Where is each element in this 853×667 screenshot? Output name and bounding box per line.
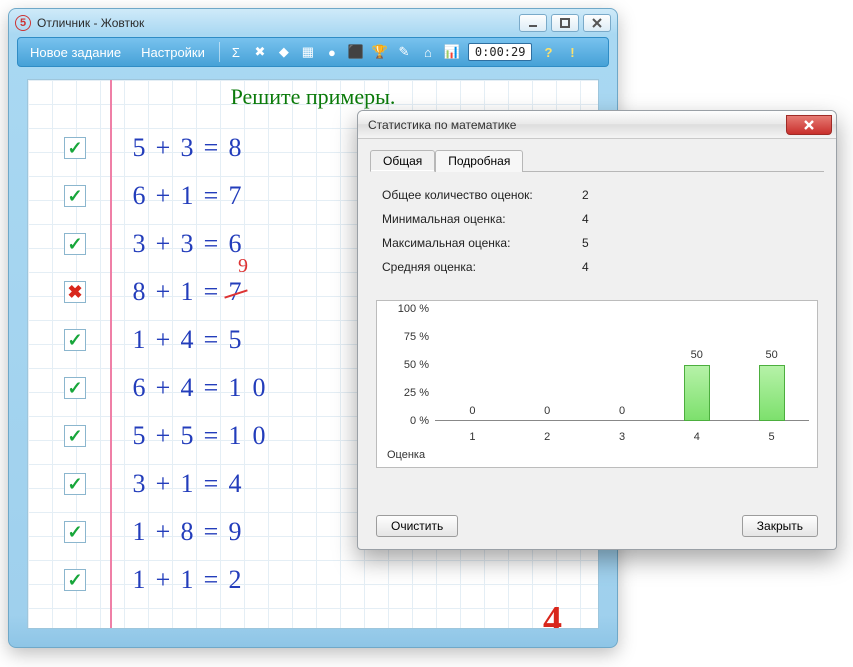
tab-general[interactable]: Общая xyxy=(370,150,435,172)
stat-avg-value: 4 xyxy=(582,260,589,274)
expression: 6+1=7 xyxy=(128,181,248,211)
chart-y-tick: 0 % xyxy=(385,415,429,427)
sigma-icon[interactable]: Σ xyxy=(228,44,244,60)
grade-distribution-chart: 0 0 0 50 50 Оценка 100 % 75 % 50 % 25 % 0 % 1 2 3 4 5 xyxy=(376,300,818,468)
expression: 5+5=10 xyxy=(128,421,272,451)
chart-x-category: 4 xyxy=(677,431,717,443)
clear-button[interactable]: Очистить xyxy=(376,515,458,537)
window-title: Отличник - Жовтюк xyxy=(37,16,144,30)
chart-bar-value: 50 xyxy=(752,349,792,361)
app-logo-icon: 5 xyxy=(15,15,31,31)
checkmark-icon: ✓ xyxy=(64,329,86,351)
maximize-button[interactable] xyxy=(551,14,579,32)
timer-display: 0:00:29 xyxy=(468,43,533,61)
chart-icon[interactable]: 📊 xyxy=(444,44,460,60)
cross-icon[interactable]: ✖ xyxy=(252,44,268,60)
chart-bar-value: 0 xyxy=(527,405,567,417)
checkmark-icon: ✓ xyxy=(64,473,86,495)
stats-dialog: Статистика по математике Общая Подробная… xyxy=(357,110,837,550)
titlebar: 5 Отличник - Жовтюк xyxy=(9,9,617,37)
expression: 6+4=10 xyxy=(128,373,272,403)
stat-min-label: Минимальная оценка: xyxy=(382,212,582,226)
stat-total-label: Общее количество оценок: xyxy=(382,188,582,202)
minimize-button[interactable] xyxy=(519,14,547,32)
help-icon[interactable]: ? xyxy=(540,44,556,60)
stat-row-min: Минимальная оценка:4 xyxy=(382,212,812,226)
calculator-icon[interactable]: ▦ xyxy=(300,44,316,60)
crossmark-icon: ✖ xyxy=(64,281,86,303)
stats-panel: Общее количество оценок:2 Минимальная оц… xyxy=(358,172,836,292)
checkmark-icon: ✓ xyxy=(64,185,86,207)
correction-value: 9 xyxy=(238,255,250,278)
chart-y-tick: 25 % xyxy=(385,387,429,399)
expression: 1+4=5 xyxy=(128,325,248,355)
menu-new-task[interactable]: Новое задание xyxy=(24,43,127,62)
stat-avg-label: Средняя оценка: xyxy=(382,260,582,274)
chart-y-tick: 100 % xyxy=(385,303,429,315)
expression: 1+8=9 xyxy=(128,517,248,547)
tab-strip: Общая Подробная xyxy=(358,139,836,171)
home-icon[interactable]: ⌂ xyxy=(420,44,436,60)
dialog-close-button[interactable] xyxy=(786,115,832,135)
checkmark-icon: ✓ xyxy=(64,377,86,399)
chart-x-category: 5 xyxy=(752,431,792,443)
dialog-title: Статистика по математике xyxy=(368,118,516,132)
expression: 5+3=8 xyxy=(128,133,248,163)
expression: 3+1=4 xyxy=(128,469,248,499)
checkmark-icon: ✓ xyxy=(64,569,86,591)
info-icon[interactable]: ! xyxy=(564,44,580,60)
trophy-icon[interactable]: 🏆 xyxy=(372,44,388,60)
dialog-titlebar: Статистика по математике xyxy=(358,111,836,139)
chart-x-category: 1 xyxy=(452,431,492,443)
expression: 8+1=79 xyxy=(128,277,248,307)
chart-x-category: 3 xyxy=(602,431,642,443)
pencil-icon[interactable]: ✎ xyxy=(396,44,412,60)
chart-y-tick: 50 % xyxy=(385,359,429,371)
stat-row-total: Общее количество оценок:2 xyxy=(382,188,812,202)
close-button[interactable] xyxy=(583,14,611,32)
chart-x-category: 2 xyxy=(527,431,567,443)
save-icon[interactable]: ⬛ xyxy=(348,44,364,60)
eraser-icon[interactable]: ◆ xyxy=(276,44,292,60)
chart-bar-value: 0 xyxy=(602,405,642,417)
stat-max-value: 5 xyxy=(582,236,589,250)
chart-bar xyxy=(684,365,710,421)
checkmark-icon: ✓ xyxy=(64,233,86,255)
expression: 1+1=2 xyxy=(128,565,248,595)
chart-bar xyxy=(759,365,785,421)
close-button-dialog[interactable]: Закрыть xyxy=(742,515,818,537)
chart-x-axis-title: Оценка xyxy=(387,449,425,461)
expression: 3+3=6 xyxy=(128,229,248,259)
checkmark-icon: ✓ xyxy=(64,425,86,447)
chart-y-tick: 75 % xyxy=(385,331,429,343)
toolbar: Новое задание Настройки Σ ✖ ◆ ▦ ● ⬛ 🏆 ✎ … xyxy=(17,37,609,67)
chart-bar-value: 50 xyxy=(677,349,717,361)
checkmark-icon: ✓ xyxy=(64,521,86,543)
toolbar-separator xyxy=(219,42,220,62)
stat-min-value: 4 xyxy=(582,212,589,226)
medal-icon[interactable]: ● xyxy=(324,44,340,60)
chart-bar-value: 0 xyxy=(452,405,492,417)
stat-row-max: Максимальная оценка:5 xyxy=(382,236,812,250)
stat-max-label: Максимальная оценка: xyxy=(382,236,582,250)
grade-badge: 4 xyxy=(543,598,562,629)
stat-row-avg: Средняя оценка:4 xyxy=(382,260,812,274)
worksheet-title: Решите примеры. xyxy=(28,84,598,110)
problem-row: ✓ 1+1=2 xyxy=(28,556,598,604)
menu-settings[interactable]: Настройки xyxy=(135,43,211,62)
stat-total-value: 2 xyxy=(582,188,589,202)
checkmark-icon: ✓ xyxy=(64,137,86,159)
tab-detailed[interactable]: Подробная xyxy=(435,150,523,172)
